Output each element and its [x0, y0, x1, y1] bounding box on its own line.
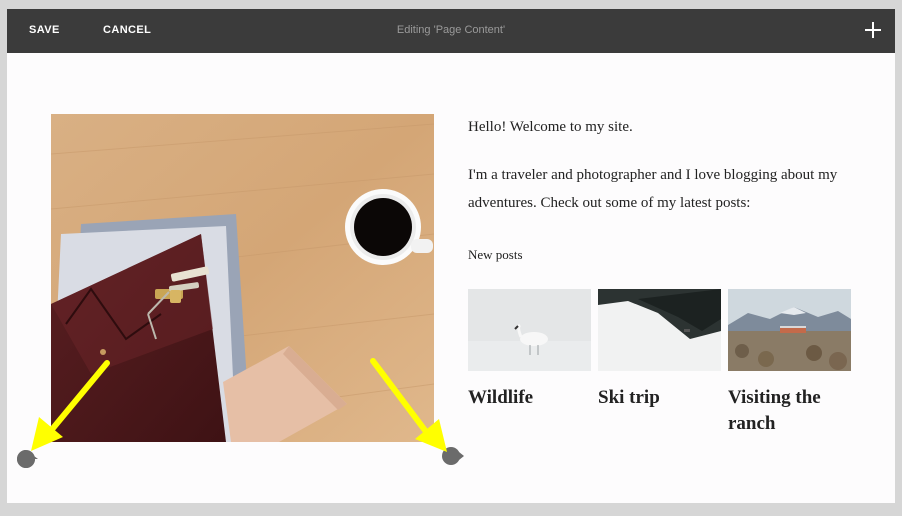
text-block[interactable]: Hello! Welcome to my site. I'm a travele…	[468, 113, 868, 263]
post-thumbnail[interactable]	[468, 289, 591, 371]
post-title[interactable]: Visiting the ranch	[728, 385, 851, 437]
editor-toolbar: SAVE CANCEL Editing 'Page Content'	[7, 9, 895, 53]
intro-text: I'm a traveler and photographer and I lo…	[468, 167, 838, 211]
post-card-ski-trip[interactable]: Ski trip	[598, 289, 721, 411]
post-thumbnail[interactable]	[598, 289, 721, 371]
editor-frame: SAVE CANCEL Editing 'Page Content' Hello…	[7, 9, 895, 503]
new-posts-heading: New posts	[468, 247, 523, 262]
editing-title: Editing 'Page Content'	[396, 24, 506, 36]
post-card-wildlife[interactable]: Wildlife	[468, 289, 591, 411]
post-title[interactable]: Ski trip	[598, 385, 721, 411]
post-thumbnail[interactable]	[728, 289, 851, 371]
post-title[interactable]: Wildlife	[468, 385, 591, 411]
hero-image[interactable]	[51, 114, 434, 442]
greeting-text: Hello! Welcome to my site.	[468, 119, 633, 135]
posts-grid: Wildlife Ski trip Visiting the ranch	[468, 289, 858, 449]
resize-handle-left[interactable]	[14, 449, 38, 469]
plus-icon[interactable]	[865, 22, 881, 38]
resize-handle-right[interactable]	[440, 446, 464, 466]
post-card-visiting-the-ranch[interactable]: Visiting the ranch	[728, 289, 851, 437]
